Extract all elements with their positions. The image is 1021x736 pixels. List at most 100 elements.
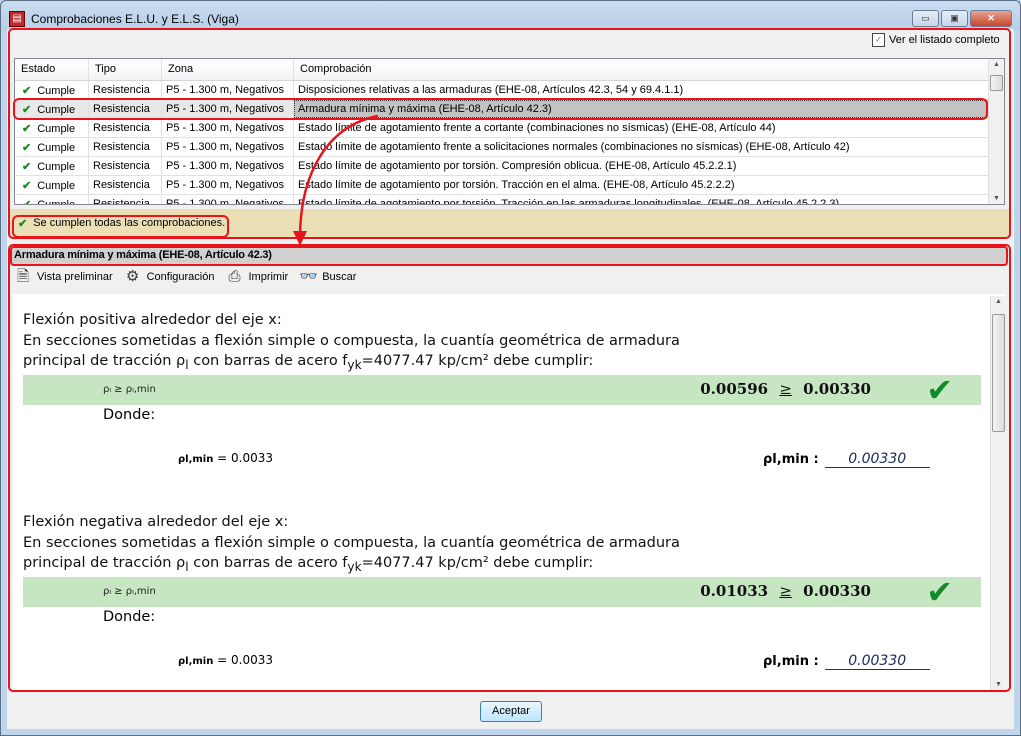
table-row[interactable]: ✔ Cumple Resistencia P5 - 1.300 m, Negati… [15,81,1004,100]
check-formula: ρₗ ≥ ρₗ,min [103,586,156,597]
table-row[interactable]: ✔ Cumple Resistencia P5 - 1.300 m, Negati… [15,138,1004,157]
f-sub: yk [347,357,362,372]
preview-button[interactable]: Vista preliminar [37,271,113,283]
result-label: ρl,min : [763,654,819,669]
detail-title: Armadura mínima y máxima (EHE-08, Artícu… [10,246,1008,265]
scroll-down-icon[interactable]: ▼ [991,681,1006,688]
check-values: 0.01033 ≥ 0.00330 [700,582,871,600]
block-line1: En secciones sometidas a flexión simple … [23,332,680,349]
scroll-thumb[interactable] [990,75,1003,91]
text: con barras de acero f [188,353,348,369]
cell-estado: ✔ Cumple [15,157,89,175]
print-button[interactable]: Imprimir [248,271,288,283]
block-heading: Flexión positiva alrededor del eje x: [23,312,282,328]
preview-icon[interactable]: 🗎 [14,268,32,286]
scroll-up-icon[interactable]: ▲ [989,61,1004,68]
cell-zona: P5 - 1.300 m, Negativos [162,138,294,156]
search-button[interactable]: Buscar [322,271,356,283]
rho-min-eq: = 0.0033 [213,451,274,465]
check-icon: ✔ [22,199,32,205]
col-tipo[interactable]: Tipo [89,59,162,80]
printer-icon[interactable]: ⎙ [225,268,243,286]
table-header: Estado Tipo Zona Comprobación [15,59,1004,81]
rho-min-eq: = 0.0033 [213,653,274,667]
limit-value: 0.00330 [803,582,871,600]
pass-check-icon: ✔ [926,573,953,611]
operator: ≥ [779,380,792,398]
cell-estado: ✔ Cumple [15,119,89,137]
check-formula: ρₗ ≥ ρₗ,min [103,384,156,395]
cell-tipo: Resistencia [89,138,162,156]
table-row[interactable]: ✔ Cumple Resistencia P5 - 1.300 m, Negati… [15,176,1004,195]
cell-tipo: Resistencia [89,100,162,118]
cell-tipo: Resistencia [89,119,162,137]
rho-min-symbol: ρl,min [178,454,214,465]
table-row[interactable]: ✔ Cumple Resistencia P5 - 1.300 m, Negati… [15,195,1004,205]
scroll-down-icon[interactable]: ▼ [989,195,1004,202]
block-text: Flexión positiva alrededor del eje x: En… [23,310,680,375]
operator: ≥ [779,582,792,600]
block-line1: En secciones sometidas a flexión simple … [23,534,680,551]
result-value: 0.00330 [824,451,930,468]
cell-comprobacion: Estado límite de agotamiento frente a co… [294,119,989,137]
status-bar: ✔ Se cumplen todas las comprobaciones. [9,209,1009,237]
estado-text: Cumple [37,199,76,205]
close-button[interactable]: ✕ [970,10,1012,27]
pass-check-icon: ✔ [926,371,953,409]
rho-min-symbol: ρl,min [178,656,214,667]
computed-value: 0.00596 [700,380,769,398]
check-icon: ✔ [22,123,32,135]
report-scrollbar[interactable]: ▲ ▼ [990,296,1006,690]
check-icon: ✔ [22,142,32,154]
table-row[interactable]: ✔ Cumple Resistencia P5 - 1.300 m, Negati… [15,100,1004,119]
text: principal de tracción [23,555,177,571]
check-icon: ✔ [18,217,28,230]
full-list-link[interactable]: ✓ Ver el listado completo [872,33,1000,47]
rho-min-result: ρl,min : 0.00330 [763,653,930,670]
cell-tipo: Resistencia [89,81,162,99]
estado-text: Cumple [37,161,76,173]
report-content: Flexión positiva alrededor del eje x: En… [13,294,1006,690]
estado-text: Cumple [37,85,76,97]
col-estado[interactable]: Estado [15,59,89,80]
rho-min-formula: ρl,min = 0.0033 [178,653,273,667]
cell-comprobacion: Estado límite de agotamiento por torsión… [294,195,989,204]
scroll-thumb[interactable] [992,314,1005,432]
check-icon: ✔ [22,161,32,173]
cell-zona: P5 - 1.300 m, Negativos [162,176,294,194]
scroll-up-icon[interactable]: ▲ [991,298,1006,305]
table-scrollbar[interactable]: ▲ ▼ [988,59,1004,204]
cell-comprobacion: Armadura mínima y máxima (EHE-08, Artícu… [294,100,989,118]
binoculars-icon[interactable]: 👓 [299,268,318,286]
col-comprobacion[interactable]: Comprobación [294,59,989,80]
donde-label: Donde: [103,609,156,625]
maximize-button[interactable]: ▣ [941,10,968,27]
table-row[interactable]: ✔ Cumple Resistencia P5 - 1.300 m, Negati… [15,119,1004,138]
status-message: Se cumplen todas las comprobaciones. [33,217,226,229]
check-icon: ✔ [22,85,32,97]
donde-label: Donde: [103,407,156,423]
f-sub: yk [347,559,362,574]
detail-toolbar: 🗎 Vista preliminar ⚙ Configuración ⎙ Imprim… [14,268,362,286]
col-zona[interactable]: Zona [162,59,294,80]
window-title: Comprobaciones E.L.U. y E.L.S. (Viga) [31,12,239,26]
cell-comprobacion: Estado límite de agotamiento por torsión… [294,176,989,194]
check-result-band: ρₗ ≥ ρₗ,min 0.00596 ≥ 0.00330 ✔ [23,371,981,409]
config-button[interactable]: Configuración [147,271,215,283]
text: principal de tracción [23,353,177,369]
table-row[interactable]: ✔ Cumple Resistencia P5 - 1.300 m, Negati… [15,157,1004,176]
rho-min-formula: ρl,min = 0.0033 [178,451,273,465]
accept-button[interactable]: Aceptar [480,701,542,722]
estado-text: Cumple [37,142,76,154]
check-icon: ✔ [22,180,32,192]
minimize-button[interactable]: ▭ [912,10,939,27]
cell-comprobacion: Estado límite de agotamiento por torsión… [294,157,989,175]
gear-icon[interactable]: ⚙ [124,268,142,286]
limit-value: 0.00330 [803,380,871,398]
cell-comprobacion: Estado límite de agotamiento frente a so… [294,138,989,156]
text: con barras de acero f [188,555,348,571]
computed-value: 0.01033 [700,582,769,600]
check-icon: ✔ [22,104,32,116]
result-value: 0.00330 [824,653,930,670]
cell-estado: ✔ Cumple [15,100,89,118]
